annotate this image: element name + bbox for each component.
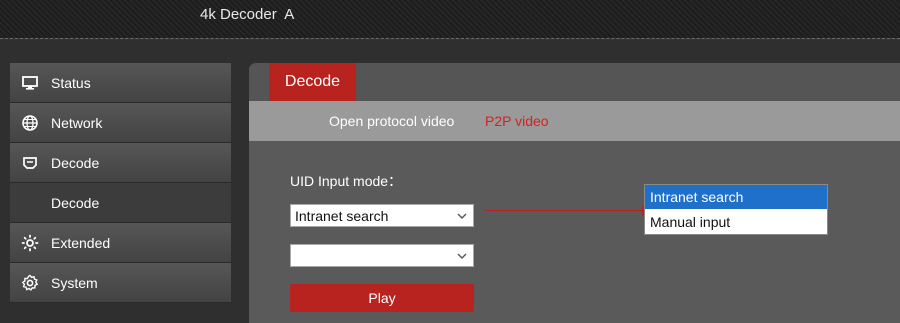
sidebar-item-extended[interactable]: Extended bbox=[10, 223, 231, 263]
sidebar-item-decode[interactable]: Decode bbox=[10, 143, 231, 183]
extended-gear-icon bbox=[21, 234, 39, 252]
option-intranet-search[interactable]: Intranet search bbox=[645, 185, 827, 209]
sidebar-item-label: Decode bbox=[51, 195, 100, 211]
sidebar-item-label: Status bbox=[51, 75, 91, 91]
chevron-down-icon bbox=[456, 249, 468, 261]
sidebar-item-system[interactable]: System bbox=[10, 263, 231, 303]
panel-header: Decode bbox=[249, 63, 900, 101]
uid-mode-dropdown-list: Intranet search Manual input bbox=[644, 184, 828, 235]
sidebar-subitem-decode[interactable]: Decode bbox=[10, 183, 231, 223]
sidebar-item-network[interactable]: Network bbox=[10, 103, 231, 143]
subtab-bar: Open protocol video P2P video bbox=[249, 101, 900, 141]
sidebar-item-label: Network bbox=[51, 115, 103, 131]
select-value: Intranet search bbox=[295, 208, 389, 224]
device-title: 4k Decoder A bbox=[200, 6, 295, 23]
uid-input-mode-label: UID Input mode： bbox=[290, 173, 403, 189]
sidebar-item-label: Decode bbox=[51, 155, 100, 171]
globe-icon bbox=[21, 114, 39, 132]
sidebar: Status Network Decode Decode Extended Sy… bbox=[10, 63, 231, 303]
play-button[interactable]: Play bbox=[290, 284, 474, 312]
subtab-p2p-video[interactable]: P2P video bbox=[485, 113, 549, 129]
uid-value-select[interactable] bbox=[290, 244, 474, 267]
decoder-icon bbox=[21, 154, 39, 172]
header-divider bbox=[0, 38, 900, 39]
tab-decode[interactable]: Decode bbox=[269, 63, 356, 101]
option-manual-input[interactable]: Manual input bbox=[645, 210, 827, 234]
gear-icon bbox=[21, 274, 39, 292]
monitor-icon bbox=[21, 74, 39, 92]
sidebar-item-label: Extended bbox=[51, 235, 111, 251]
callout-arrow-line bbox=[485, 210, 644, 211]
chevron-down-icon bbox=[456, 209, 468, 221]
subtab-open-protocol-video[interactable]: Open protocol video bbox=[329, 113, 454, 129]
sidebar-item-label: System bbox=[51, 275, 98, 291]
top-bar: 4k Decoder A bbox=[0, 0, 900, 38]
uid-mode-select[interactable]: Intranet search bbox=[290, 204, 474, 227]
sidebar-item-status[interactable]: Status bbox=[10, 63, 231, 103]
